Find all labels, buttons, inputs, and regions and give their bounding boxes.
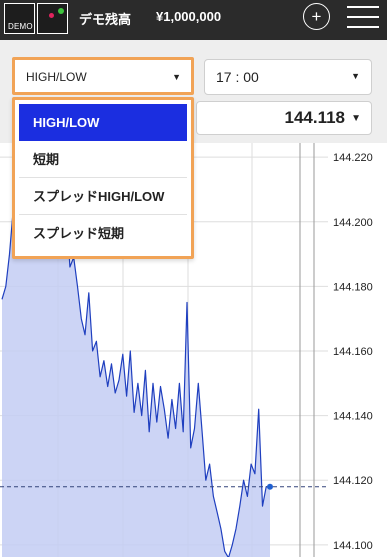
demo-logo[interactable]: DEMO bbox=[4, 3, 68, 34]
y-tick-label: 144.160 bbox=[333, 346, 373, 358]
y-tick-label: 144.120 bbox=[333, 475, 373, 487]
logo-demo-text: DEMO bbox=[8, 22, 33, 31]
current-rate-dot bbox=[267, 483, 273, 490]
hamburger-menu-button[interactable] bbox=[347, 6, 379, 28]
dropdown-option-short-term[interactable]: 短期 bbox=[19, 141, 187, 178]
trade-type-select[interactable]: HIGH/LOW ▼ bbox=[12, 57, 194, 95]
plus-icon: + bbox=[311, 6, 322, 26]
dropdown-option-spread-short-term[interactable]: スプレッド短期 bbox=[19, 215, 187, 252]
caret-down-icon: ▼ bbox=[351, 113, 361, 124]
trade-type-value: HIGH/LOW bbox=[26, 70, 87, 84]
logo-demo-cell: DEMO bbox=[4, 3, 35, 34]
y-tick-label: 144.140 bbox=[333, 411, 373, 423]
demo-balance-label: デモ残高 bbox=[79, 12, 132, 27]
dropdown-option-spread-high-low[interactable]: スプレッドHIGH/LOW bbox=[19, 178, 187, 215]
balance-value: ¥1,000,000 bbox=[156, 9, 222, 24]
trade-type-dropdown: HIGH/LOW 短期 スプレッドHIGH/LOW スプレッド短期 bbox=[12, 97, 194, 259]
expiry-time-value: 17 : 00 bbox=[216, 69, 259, 85]
y-tick-label: 144.180 bbox=[333, 281, 373, 293]
add-funds-button[interactable]: + bbox=[303, 3, 330, 30]
menu-line-icon bbox=[347, 6, 379, 8]
logo-dots-cell bbox=[37, 3, 68, 34]
y-tick-label: 144.200 bbox=[333, 217, 373, 229]
current-rate-value: 144.118 bbox=[284, 108, 345, 127]
y-tick-label: 144.220 bbox=[333, 152, 373, 164]
expiry-time-select[interactable]: 17 : 00 ▼ bbox=[204, 59, 372, 95]
rate-select[interactable]: 144.118 ▼ bbox=[196, 101, 372, 135]
caret-down-icon: ▼ bbox=[172, 72, 181, 82]
dropdown-option-high-low[interactable]: HIGH/LOW bbox=[19, 104, 187, 141]
green-dot-icon bbox=[58, 8, 64, 14]
menu-line-icon bbox=[347, 26, 379, 28]
caret-down-icon: ▼ bbox=[351, 71, 360, 81]
red-dot-icon bbox=[49, 13, 54, 18]
menu-line-icon bbox=[347, 16, 379, 18]
y-tick-label: 144.100 bbox=[333, 540, 373, 552]
app-header: DEMO デモ残高 ¥1,000,000 + bbox=[0, 0, 387, 40]
